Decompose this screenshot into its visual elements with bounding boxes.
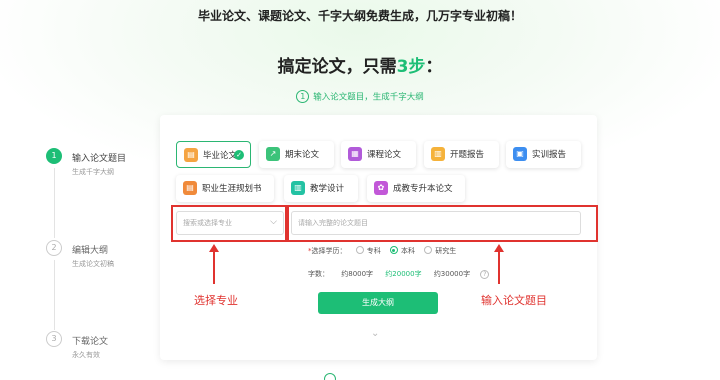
chart-icon: ↗ bbox=[266, 147, 280, 161]
step-circle-icon bbox=[324, 373, 336, 380]
title-highlight-box bbox=[287, 205, 598, 242]
type-teaching-design[interactable]: ▥ 教学设计 bbox=[284, 175, 358, 202]
step-2-subtitle: 生成论文初稿 bbox=[72, 260, 114, 268]
headline-highlight: 3步 bbox=[396, 57, 426, 77]
education-selector: *选择学历： 专科 本科 研究生 bbox=[308, 246, 456, 256]
chevron-down-icon[interactable]: ⌄ bbox=[371, 328, 379, 339]
degree-icon: ✿ bbox=[374, 181, 388, 195]
type-adult-degree-paper[interactable]: ✿ 成教专升本论文 bbox=[367, 175, 465, 202]
major-highlight-box bbox=[171, 205, 287, 242]
option-label: 本科 bbox=[400, 247, 415, 255]
step-3-number: 3 bbox=[46, 331, 62, 347]
document-icon: ▥ bbox=[431, 147, 445, 161]
type-proposal-report[interactable]: ▥ 开题报告 bbox=[424, 141, 499, 168]
step-1-number: 1 bbox=[46, 148, 62, 164]
annotation-arrow bbox=[494, 244, 504, 284]
page-headline: 搞定论文，只需3步： bbox=[0, 52, 720, 77]
word-option-8000[interactable]: 约8000字 bbox=[341, 270, 373, 278]
option-label: 专科 bbox=[366, 247, 381, 255]
word-option-20000[interactable]: 约20000字 bbox=[385, 270, 421, 278]
type-training-report[interactable]: ▣ 实训报告 bbox=[506, 141, 581, 168]
current-step-hint: 1 输入论文题目，生成千字大纲 bbox=[0, 90, 720, 103]
generate-outline-button[interactable]: 生成大纲 bbox=[318, 292, 438, 314]
education-option-junior[interactable]: 专科 bbox=[355, 246, 381, 256]
step-1: 1 输入论文题目 生成千字大纲 bbox=[46, 148, 156, 188]
radio-icon bbox=[355, 246, 364, 254]
radio-icon bbox=[424, 246, 433, 254]
step-hint-number: 1 bbox=[296, 90, 310, 103]
radio-selected-icon bbox=[389, 246, 398, 254]
type-course-paper[interactable]: ▦ 课程论文 bbox=[341, 141, 416, 168]
word-option-30000[interactable]: 约30000字 bbox=[434, 270, 470, 278]
type-career-plan[interactable]: ▤ 职业生涯规划书 bbox=[176, 175, 274, 202]
type-label: 课程论文 bbox=[367, 150, 402, 160]
word-count-selector: 字数： 约8000字 约20000字 约30000字 ? bbox=[308, 269, 490, 279]
type-label: 毕业论文 bbox=[203, 151, 238, 161]
next-step-hint bbox=[324, 373, 336, 380]
headline-prefix: 搞定论文，只需 bbox=[277, 57, 397, 77]
education-option-graduate[interactable]: 研究生 bbox=[424, 246, 456, 256]
type-label: 成教专升本论文 bbox=[393, 184, 453, 194]
help-icon[interactable]: ? bbox=[480, 270, 490, 279]
step-1-subtitle: 生成千字大纲 bbox=[72, 168, 114, 176]
annotation-title: 输入论文题目 bbox=[481, 294, 547, 307]
step-3: 3 下载论文 永久有效 bbox=[46, 331, 156, 371]
option-label: 研究生 bbox=[435, 247, 457, 255]
type-graduation-thesis[interactable]: ▤ 毕业论文 ✓ bbox=[176, 141, 251, 168]
education-label: 选择学历： bbox=[311, 247, 347, 255]
teaching-icon: ▥ bbox=[291, 181, 305, 195]
step-2-title: 编辑大纲 bbox=[72, 246, 109, 256]
type-label: 教学设计 bbox=[310, 184, 345, 194]
check-icon: ✓ bbox=[234, 150, 244, 160]
type-label: 开题报告 bbox=[450, 150, 485, 160]
word-count-label: 字数： bbox=[308, 270, 329, 278]
career-icon: ▤ bbox=[183, 181, 197, 195]
type-label: 实训报告 bbox=[532, 150, 567, 160]
step-2: 2 编辑大纲 生成论文初稿 bbox=[46, 240, 156, 280]
promo-banner: 毕业论文、课题论文、千字大纲免费生成，几万字专业初稿！ bbox=[197, 9, 522, 23]
type-label: 职业生涯规划书 bbox=[202, 184, 262, 194]
step-2-number: 2 bbox=[46, 240, 62, 256]
annotation-arrow bbox=[209, 244, 219, 284]
step-connector bbox=[53, 168, 55, 238]
report-icon: ▣ bbox=[513, 147, 527, 161]
type-final-paper[interactable]: ↗ 期末论文 bbox=[259, 141, 334, 168]
step-connector bbox=[53, 260, 55, 330]
type-label: 期末论文 bbox=[285, 150, 320, 160]
step-1-title: 输入论文题目 bbox=[72, 154, 127, 164]
step-hint-text: 输入论文题目，生成千字大纲 bbox=[313, 92, 424, 103]
step-3-subtitle: 永久有效 bbox=[72, 351, 100, 359]
book-icon: ▦ bbox=[348, 147, 362, 161]
headline-suffix: ： bbox=[425, 57, 443, 77]
annotation-major: 选择专业 bbox=[194, 294, 238, 307]
step-3-title: 下载论文 bbox=[72, 337, 109, 347]
graduation-icon: ▤ bbox=[184, 148, 198, 162]
education-option-bachelor[interactable]: 本科 bbox=[389, 246, 415, 256]
